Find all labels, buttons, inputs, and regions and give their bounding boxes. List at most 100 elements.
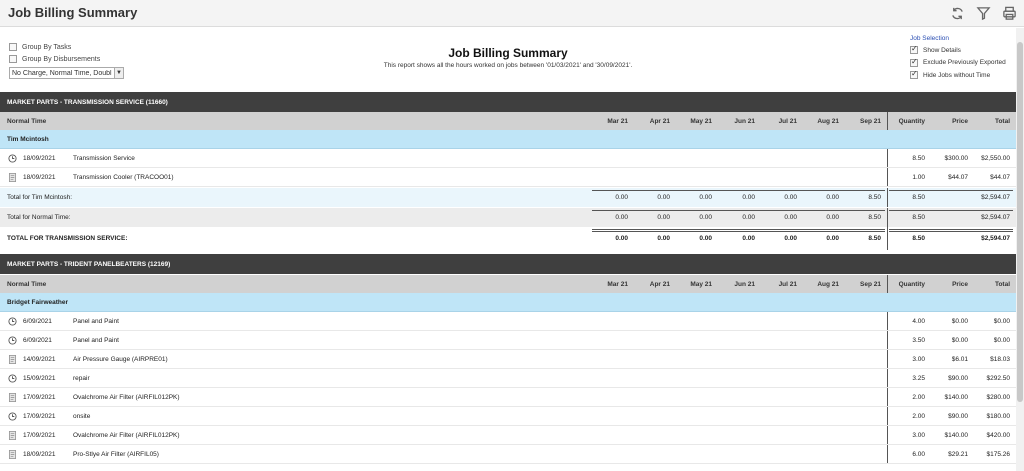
table-row[interactable]: 17/09/2021 Ovalchrome Air Filter (AIRFIL0… [0, 388, 1016, 407]
total-label: TOTAL FOR TRANSMISSION SERVICE: [7, 235, 128, 242]
month-total-value: 0.00 [742, 214, 755, 221]
job-header: MARKET PARTS - TRANSMISSION SERVICE (116… [0, 92, 1016, 112]
report-subtitle: This report shows all the hours worked o… [383, 62, 633, 69]
document-icon [8, 355, 17, 364]
line-date: 6/09/2021 [23, 336, 52, 344]
scrollbar-thumb[interactable] [1017, 42, 1023, 402]
line-total: $175.26 [986, 450, 1011, 458]
price-column-header: Price [952, 280, 968, 288]
exclude-exported-checkbox[interactable] [910, 57, 918, 67]
line-total: $292.50 [986, 374, 1011, 382]
month-total-value: 8.50 [868, 235, 881, 242]
column-header-row: Normal Time Mar 21 Apr 21 May 21 Jun 21 Jul … [0, 112, 1016, 130]
month-total-value: 0.00 [615, 214, 628, 221]
line-date: 18/09/2021 [23, 450, 56, 458]
column-divider [887, 188, 888, 207]
month-total-value: 0.00 [699, 214, 712, 221]
report-area: Group By Tasks Group By Disbursements No… [0, 28, 1016, 471]
month-total-value: 0.00 [699, 194, 712, 201]
month-total-value: 0.00 [742, 235, 755, 242]
table-row[interactable]: 6/09/2021 Panel and Paint 4.00 $0.00 $0.00 [0, 312, 1016, 331]
table-row[interactable]: 6/09/2021 Panel and Paint 3.50 $0.00 $0.00 [0, 331, 1016, 350]
line-quantity: 4.00 [912, 317, 925, 325]
person-row: Tim Mcintosh [0, 130, 1016, 149]
table-row[interactable]: 18/09/2021 Pro-Stlye Air Filter (AIRFIL05… [0, 445, 1016, 464]
line-date: 17/09/2021 [23, 412, 56, 420]
table-row[interactable]: 15/09/2021 repair 3.25 $90.00 $292.50 [0, 369, 1016, 388]
total-rule [889, 229, 1013, 232]
refresh-icon[interactable] [948, 4, 966, 22]
month-column-header: May 21 [690, 117, 712, 125]
month-total-value: 0.00 [615, 235, 628, 242]
line-description: onsite [73, 412, 91, 420]
month-total-value: 8.50 [868, 214, 881, 221]
month-total-value: 8.50 [868, 194, 881, 201]
job-selection-link[interactable]: Job Selection [910, 35, 1006, 42]
exclude-exported-option[interactable]: Exclude Previously Exported [910, 57, 1006, 70]
show-details-option[interactable]: Show Details [910, 44, 1006, 57]
month-column-header: Apr 21 [649, 117, 670, 125]
line-description: repair [73, 374, 90, 382]
month-column-header: Jun 21 [734, 117, 755, 125]
line-description: Panel and Paint [73, 317, 119, 325]
grand-total-value: $2,594.07 [981, 194, 1010, 201]
print-icon[interactable] [1000, 4, 1018, 22]
line-price: $0.00 [951, 317, 968, 325]
report-heading: Job Billing Summary This report shows al… [0, 46, 1016, 69]
table-row[interactable]: 17/09/2021 Ovalchrome Air Filter (AIRFIL0… [0, 426, 1016, 445]
line-description: Pro-Stlye Air Filter (AIRFIL05) [73, 450, 159, 458]
grand-total-value: $2,594.07 [981, 235, 1010, 242]
table-row[interactable]: 18/09/2021 Transmission Cooler (TRACOO01)… [0, 168, 1016, 187]
month-total-value: 0.00 [826, 194, 839, 201]
line-total: $0.00 [993, 317, 1010, 325]
quantity-total-value: 8.50 [912, 235, 925, 242]
line-quantity: 2.00 [912, 393, 925, 401]
line-description: Ovalchrome Air Filter (AIRFIL012PK) [73, 393, 180, 401]
column-divider [887, 426, 888, 444]
line-quantity: 1.00 [912, 173, 925, 181]
table-row[interactable]: 18/09/2021 Transmission Service 8.50 $300.0… [0, 149, 1016, 168]
month-column-header: Mar 21 [607, 117, 628, 125]
job-selection-panel: Job Selection Show Details Exclude Previ… [910, 35, 1006, 82]
month-column-header: Aug 21 [817, 117, 839, 125]
person-total-row: Total for Tim Mcintosh: 0.00 0.00 0.00 0.00 0… [0, 188, 1016, 207]
month-total-value: 0.00 [615, 194, 628, 201]
report-title: Job Billing Summary [448, 46, 568, 60]
line-total: $280.00 [986, 393, 1011, 401]
total-rule [889, 210, 1013, 211]
clock-icon [8, 412, 17, 421]
quantity-column-header: Quantity [898, 280, 925, 288]
column-divider [887, 112, 888, 130]
vertical-scrollbar[interactable] [1016, 28, 1024, 471]
price-column-header: Price [952, 117, 968, 125]
line-date: 17/09/2021 [23, 393, 56, 401]
line-description: Air Pressure Gauge (AIRPRE01) [73, 355, 168, 363]
quantity-total-value: 8.50 [912, 194, 925, 201]
document-icon [8, 393, 17, 402]
total-label: Total for Normal Time: [7, 214, 71, 221]
hide-no-time-checkbox[interactable] [910, 69, 918, 80]
show-details-checkbox[interactable] [910, 44, 918, 55]
table-row[interactable]: 17/09/2021 onsite 2.00 $90.00 $180.00 [0, 407, 1016, 426]
column-header-row: Normal Time Mar 21 Apr 21 May 21 Jun 21 Jul … [0, 275, 1016, 293]
app-title: Job Billing Summary [8, 5, 138, 20]
column-divider [887, 331, 888, 349]
clock-icon [8, 154, 17, 163]
line-date: 17/09/2021 [23, 431, 56, 439]
hide-no-time-option[interactable]: Hide Jobs without Time [910, 69, 1006, 82]
filter-icon[interactable] [974, 4, 992, 22]
line-price: $44.07 [948, 173, 968, 181]
chevron-down-icon[interactable]: ▼ [114, 68, 123, 78]
month-column-header: Jul 21 [778, 280, 797, 288]
line-quantity: 3.00 [912, 355, 925, 363]
line-date: 18/09/2021 [23, 173, 56, 181]
line-total: $18.03 [990, 355, 1010, 363]
quantity-total-value: 8.50 [912, 214, 925, 221]
column-divider [887, 208, 888, 227]
line-total: $0.00 [993, 336, 1010, 344]
rate-total-row: Total for Normal Time: 0.00 0.00 0.00 0.00 0.… [0, 208, 1016, 227]
total-column-header: Total [994, 280, 1010, 288]
table-row[interactable]: 14/09/2021 Air Pressure Gauge (AIRPRE01) 3… [0, 350, 1016, 369]
line-total: $44.07 [990, 173, 1010, 181]
column-divider [887, 369, 888, 387]
